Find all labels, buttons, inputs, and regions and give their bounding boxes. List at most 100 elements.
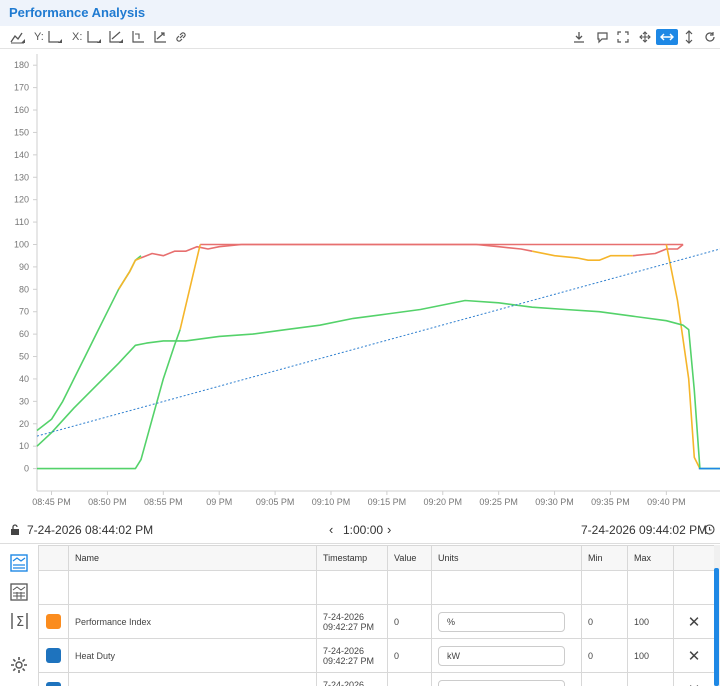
- series-line-3: [532, 250, 633, 261]
- y-tick-label: 0: [24, 464, 29, 474]
- sum-icon[interactable]: Σ: [9, 611, 29, 631]
- series-min[interactable]: 0: [581, 604, 628, 639]
- x-tick-label: 09:30 PM: [535, 497, 574, 507]
- statistics-icon[interactable]: [9, 582, 29, 602]
- previous-range-icon[interactable]: ‹: [329, 522, 333, 537]
- remove-series-icon[interactable]: ✕: [673, 672, 714, 686]
- table-row[interactable]: Performance Index 7-24-2026 09:42:27 PM …: [38, 604, 714, 639]
- reset-zoom-icon[interactable]: [704, 29, 716, 45]
- table-header-row: Name Timestamp Value Units Min Max: [38, 545, 714, 571]
- series-color-swatch[interactable]: [46, 614, 61, 629]
- y-tick-label: 170: [14, 83, 29, 93]
- legend-icon[interactable]: [9, 553, 29, 573]
- header-value[interactable]: Value: [387, 545, 432, 571]
- series-timestamp: 7-24-2026 09:42:27 PM: [316, 604, 388, 639]
- table-row[interactable]: Regression Heat Duty (y = 83.48x + 15) (…: [38, 672, 714, 686]
- series-line-7: [665, 244, 701, 469]
- end-time[interactable]: 7-24-2026 09:44:02 PM: [581, 523, 707, 537]
- pan-icon[interactable]: [639, 29, 651, 45]
- series-max[interactable]: 100: [627, 604, 674, 639]
- fullscreen-icon[interactable]: [617, 29, 629, 45]
- series-min[interactable]: 0: [581, 638, 628, 673]
- y-tick-label: 20: [19, 419, 29, 429]
- axis-settings-icon[interactable]: [131, 29, 145, 45]
- settings-gear-icon[interactable]: [9, 655, 29, 675]
- x-tick-label: 08:55 PM: [144, 497, 183, 507]
- y-tick-label: 130: [14, 172, 29, 182]
- svg-text:Σ: Σ: [16, 615, 24, 630]
- download-icon[interactable]: [573, 29, 585, 45]
- zoom-horizontal-icon[interactable]: [656, 29, 678, 45]
- header-min[interactable]: Min: [581, 545, 628, 571]
- remove-series-icon[interactable]: ✕: [673, 638, 714, 673]
- x-tick-label: 08:50 PM: [88, 497, 127, 507]
- x-tick-label: 09:40 PM: [647, 497, 686, 507]
- x-tick-label: 09:25 PM: [479, 497, 518, 507]
- y-axis-label: Y:: [34, 31, 44, 43]
- x-tick-label: 09:20 PM: [424, 497, 463, 507]
- header-actions: [673, 545, 714, 571]
- y-tick-label: 60: [19, 329, 29, 339]
- time-range-bar: 7-24-2026 08:44:02 PM ‹ 1:00:00 › 7-24-2…: [0, 517, 720, 544]
- duration[interactable]: 1:00:00: [343, 523, 383, 537]
- y-tick-label: 10: [19, 441, 29, 451]
- x-tick-label: 09:05 PM: [256, 497, 295, 507]
- header-name[interactable]: Name: [68, 545, 317, 571]
- lock-icon[interactable]: [10, 524, 20, 538]
- x-axis-label: X:: [72, 31, 83, 43]
- y-tick-label: 40: [19, 374, 29, 384]
- y-axis-scale-icon[interactable]: [47, 29, 63, 45]
- units-input[interactable]: kW: [438, 679, 565, 686]
- y-tick-label: 140: [14, 150, 29, 160]
- units-input[interactable]: kW: [438, 645, 565, 666]
- series-max[interactable]: [627, 672, 674, 686]
- series-max[interactable]: 100: [627, 638, 674, 673]
- series-value: 0: [387, 604, 432, 639]
- x-tick-label: 08:45 PM: [32, 497, 71, 507]
- regression-icon[interactable]: [153, 29, 167, 45]
- performance-chart[interactable]: 0 10 20 30 40 50 60 70 80 90 100 110 120 130 140 150 160…: [0, 49, 720, 515]
- series-min[interactable]: [581, 672, 628, 686]
- series-table: Name Timestamp Value Units Min Max Perfo…: [38, 545, 714, 686]
- panel-sidebar: Σ: [0, 545, 38, 686]
- y-tick-label: 80: [19, 284, 29, 294]
- y-tick-label: 100: [14, 239, 29, 249]
- x-axis-scale-icon[interactable]: [86, 29, 102, 45]
- start-time[interactable]: 7-24-2026 08:44:02 PM: [27, 523, 153, 537]
- chart-type-icon[interactable]: [10, 29, 26, 45]
- comment-icon[interactable]: [596, 29, 609, 45]
- series-name: Regression Heat Duty (y = 83.48x + 15) (…: [68, 672, 317, 686]
- x-tick-label: 09 PM: [206, 497, 232, 507]
- header-units[interactable]: Units: [431, 545, 582, 571]
- y-tick-label: 90: [19, 262, 29, 272]
- y-tick-label: 150: [14, 127, 29, 137]
- series-timestamp: 7-24-2026 09:42:45 PM: [316, 672, 388, 686]
- header-max[interactable]: Max: [627, 545, 674, 571]
- clock-icon[interactable]: [704, 524, 715, 538]
- header-timestamp[interactable]: Timestamp: [316, 545, 388, 571]
- units-input[interactable]: %: [438, 611, 565, 632]
- link-icon[interactable]: [175, 29, 187, 45]
- series-line-0: [36, 255, 142, 432]
- y-tick-label: 50: [19, 352, 29, 362]
- table-scrollbar-thumb[interactable]: [714, 568, 719, 686]
- series-color-swatch[interactable]: [46, 682, 61, 686]
- series-line-6: [179, 244, 201, 330]
- remove-series-icon[interactable]: ✕: [673, 604, 714, 639]
- y-tick-label: 160: [14, 105, 29, 115]
- series-line-1: [117, 257, 142, 290]
- y-tick-label: 110: [15, 217, 29, 227]
- series-line-9: [36, 299, 720, 470]
- header-color: [38, 545, 69, 571]
- x-tick-label: 09:35 PM: [591, 497, 630, 507]
- table-row[interactable]: Heat Duty 7-24-2026 09:42:27 PM 0 kW 0 1…: [38, 638, 714, 673]
- chart-toolbar: Y: X:: [0, 26, 720, 49]
- next-range-icon[interactable]: ›: [387, 522, 391, 537]
- zoom-vertical-icon[interactable]: [684, 29, 694, 45]
- series-line-11: [36, 248, 720, 437]
- series-name: Heat Duty: [68, 638, 317, 673]
- y-tick-label: 70: [19, 307, 29, 317]
- window-title: Performance Analysis: [9, 5, 146, 20]
- trend-line-icon[interactable]: [108, 29, 124, 45]
- series-color-swatch[interactable]: [46, 648, 61, 663]
